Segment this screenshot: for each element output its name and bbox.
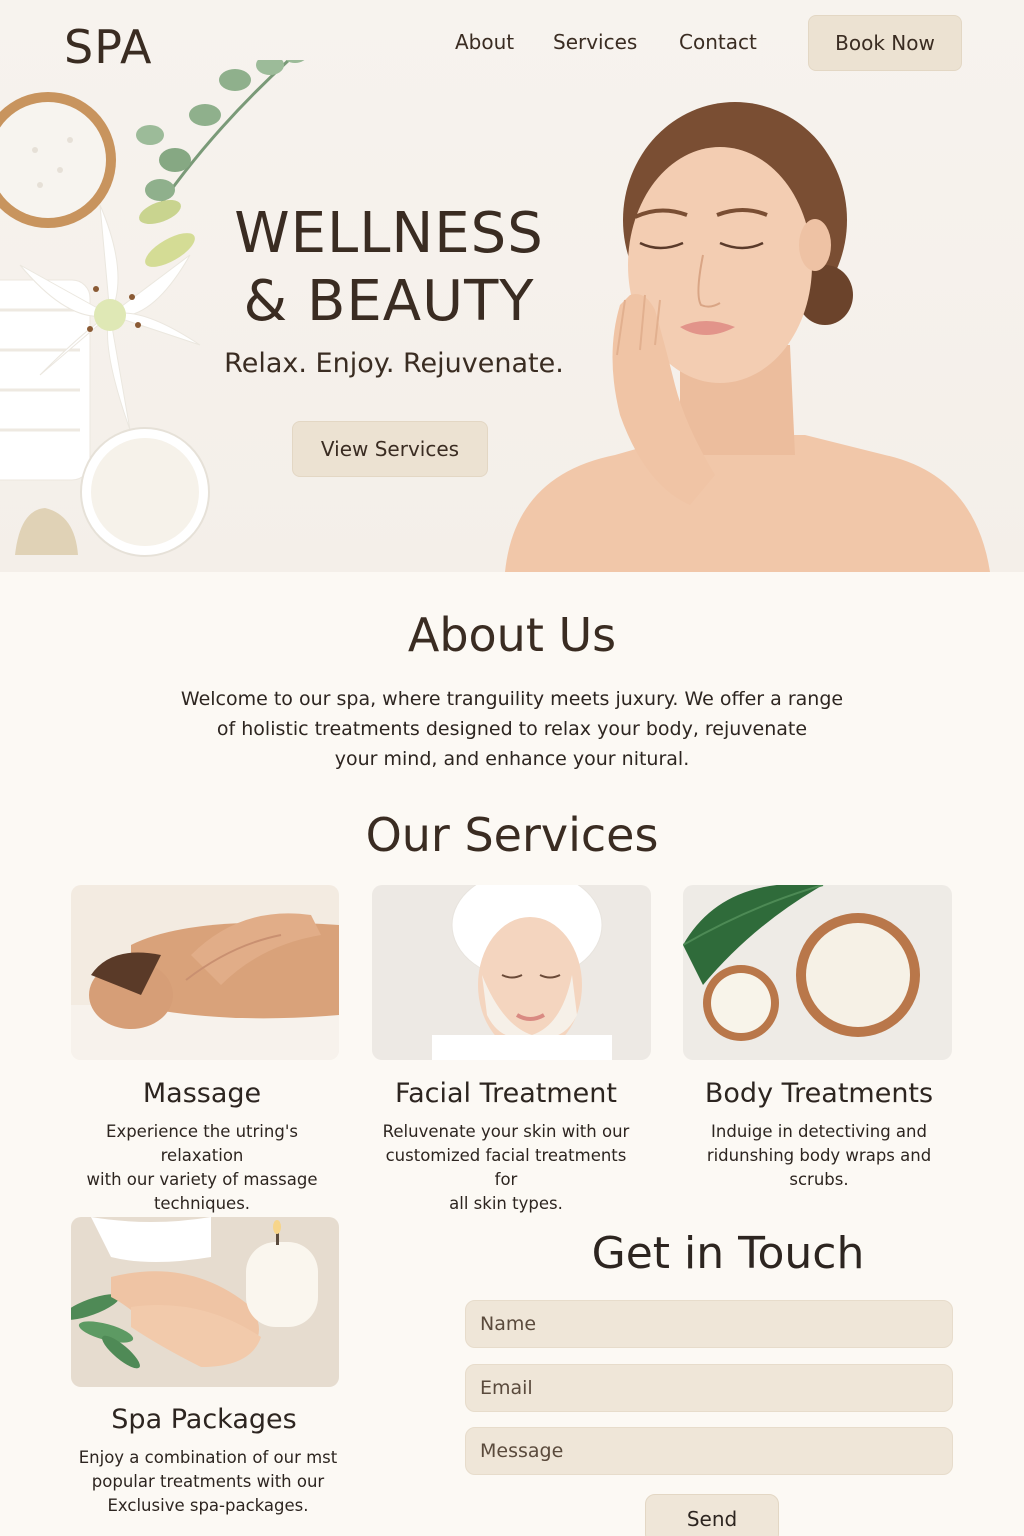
nav-contact-link[interactable]: Contact <box>679 30 757 54</box>
service-title-body: Body Treatments <box>704 1078 934 1109</box>
about-line: your mind, and enhance your nitural. <box>334 748 690 770</box>
service-desc-facial: Reluvenate your skin with our customized… <box>372 1120 640 1216</box>
service-desc-packages: Enjoy a combination of our mst popular t… <box>75 1446 341 1518</box>
desc-line: Reluvenate your skin with our <box>382 1122 630 1141</box>
desc-line: all skin types. <box>449 1194 563 1213</box>
message-input[interactable] <box>465 1427 953 1475</box>
about-line: Welcome to our spa, where tranguility me… <box>180 688 844 710</box>
desc-line: with our variety of massage <box>86 1170 318 1189</box>
about-title: About Us <box>407 608 617 662</box>
desc-line: Induige in detectiving and <box>711 1122 927 1141</box>
body-treatments-image[interactable] <box>683 885 952 1060</box>
nav-services-link[interactable]: Services <box>553 30 637 54</box>
hero-subtitle: Relax. Enjoy. Rejuvenate. <box>224 348 564 379</box>
facial-treatment-image[interactable] <box>372 885 651 1060</box>
desc-line: scrubs. <box>789 1170 849 1189</box>
services-title: Our Services <box>365 808 659 862</box>
email-input[interactable] <box>465 1364 953 1412</box>
hero-title: WELLNESS & BEAUTY <box>192 200 586 336</box>
desc-line: techniques. <box>153 1194 251 1213</box>
desc-line: Exclusive spa-packages. <box>107 1496 309 1515</box>
about-text: Welcome to our spa, where tranguility me… <box>150 684 874 774</box>
service-title-massage: Massage <box>142 1078 262 1109</box>
desc-line: Experience the utring's relaxation <box>106 1122 298 1165</box>
massage-image[interactable] <box>71 885 339 1060</box>
contact-title: Get in Touch <box>591 1228 865 1279</box>
service-title-facial: Facial Treatment <box>395 1078 617 1109</box>
desc-line: popular treatments with our <box>91 1472 325 1491</box>
hero-title-line1: WELLNESS <box>234 201 544 266</box>
desc-line: Enjoy a combination of our mst <box>78 1448 338 1467</box>
nav-about-link[interactable]: About <box>455 30 514 54</box>
desc-line: ridunshing body wraps and <box>706 1146 932 1165</box>
send-button[interactable]: Send <box>645 1494 779 1536</box>
hero-section: SPA About Services Contact Book Now WELL… <box>0 0 1024 572</box>
view-services-button[interactable]: View Services <box>292 421 488 477</box>
service-title-packages: Spa Packages <box>111 1404 297 1435</box>
desc-line: customized facial treatments for <box>385 1146 627 1189</box>
service-desc-body: Induige in detectiving and ridunshing bo… <box>683 1120 955 1192</box>
service-desc-massage: Experience the utring's relaxation with … <box>71 1120 333 1216</box>
name-input[interactable] <box>465 1300 953 1348</box>
logo[interactable]: SPA <box>64 20 152 74</box>
about-line: of holistic treatments designed to relax… <box>216 718 808 740</box>
book-now-button[interactable]: Book Now <box>808 15 962 71</box>
hero-title-line2: & BEAUTY <box>243 269 535 334</box>
spa-packages-image[interactable] <box>71 1217 339 1387</box>
